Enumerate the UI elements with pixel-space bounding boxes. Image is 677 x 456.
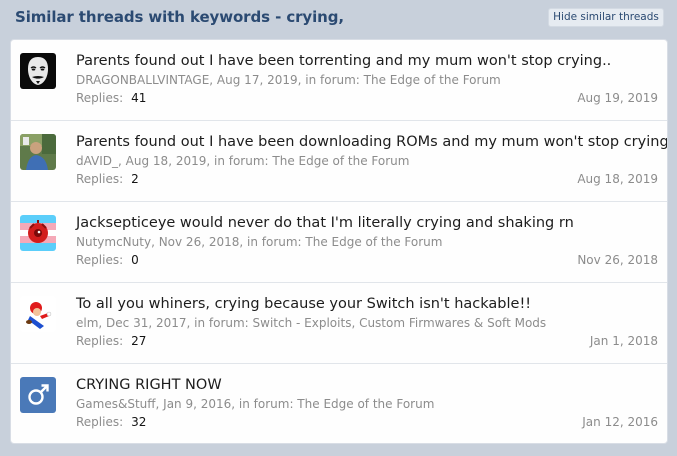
mario-icon[interactable]	[20, 296, 56, 332]
thread-title[interactable]: Parents found out I have been torrenting…	[76, 53, 661, 69]
replies-label: Replies:	[76, 91, 124, 105]
replies-count: 27	[131, 334, 147, 348]
replies-count: 32	[131, 415, 147, 429]
thread-row: Jacksepticeye would never do that I'm li…	[11, 202, 667, 283]
thread-title[interactable]: To all you whiners, crying because your …	[76, 296, 661, 312]
replies-label: Replies:	[76, 415, 124, 429]
last-post-date[interactable]: Aug 19, 2019	[577, 91, 658, 105]
replies-count: 41	[131, 91, 147, 105]
thread-replies: Replies: 0	[76, 253, 139, 267]
thread-replies: Replies: 2	[76, 172, 139, 186]
hide-similar-threads-button[interactable]: Hide similar threads	[548, 8, 664, 27]
thread-meta[interactable]: Games&Stuff, Jan 9, 2016, in forum: The …	[76, 397, 434, 411]
last-post-date[interactable]: Nov 26, 2018	[577, 253, 658, 267]
male-symbol-icon[interactable]	[20, 377, 56, 413]
similar-threads-header: Similar threads with keywords - crying, …	[0, 0, 677, 38]
thread-meta[interactable]: DRAGONBALLVINTAGE, Aug 17, 2019, in foru…	[76, 73, 501, 87]
replies-label: Replies:	[76, 253, 124, 267]
similar-threads-list: Parents found out I have been torrenting…	[10, 39, 668, 444]
thread-row: To all you whiners, crying because your …	[11, 283, 667, 364]
thread-title[interactable]: CRYING RIGHT NOW	[76, 377, 661, 393]
septic-eye-icon[interactable]	[20, 215, 56, 251]
last-post-date[interactable]: Aug 18, 2019	[577, 172, 658, 186]
thread-title[interactable]: Parents found out I have been downloadin…	[76, 134, 667, 150]
last-post-date[interactable]: Jan 1, 2018	[590, 334, 658, 348]
last-post-date[interactable]: Jan 12, 2016	[582, 415, 658, 429]
photo-avatar-icon[interactable]	[20, 134, 56, 170]
section-title: Similar threads with keywords - crying,	[15, 8, 344, 26]
thread-replies: Replies: 27	[76, 334, 146, 348]
thread-row: CRYING RIGHT NOW Games&Stuff, Jan 9, 201…	[11, 364, 667, 443]
thread-row: Parents found out I have been torrenting…	[11, 40, 667, 121]
thread-meta[interactable]: dAVID_, Aug 18, 2019, in forum: The Edge…	[76, 154, 409, 168]
thread-row: Parents found out I have been downloadin…	[11, 121, 667, 202]
replies-count: 2	[131, 172, 139, 186]
thread-meta[interactable]: NutymcNuty, Nov 26, 2018, in forum: The …	[76, 235, 442, 249]
replies-count: 0	[131, 253, 139, 267]
thread-meta[interactable]: elm, Dec 31, 2017, in forum: Switch - Ex…	[76, 316, 546, 330]
thread-replies: Replies: 32	[76, 415, 146, 429]
replies-label: Replies:	[76, 334, 124, 348]
thread-replies: Replies: 41	[76, 91, 146, 105]
replies-label: Replies:	[76, 172, 124, 186]
anonymous-mask-icon[interactable]	[20, 53, 56, 89]
thread-title[interactable]: Jacksepticeye would never do that I'm li…	[76, 215, 661, 231]
